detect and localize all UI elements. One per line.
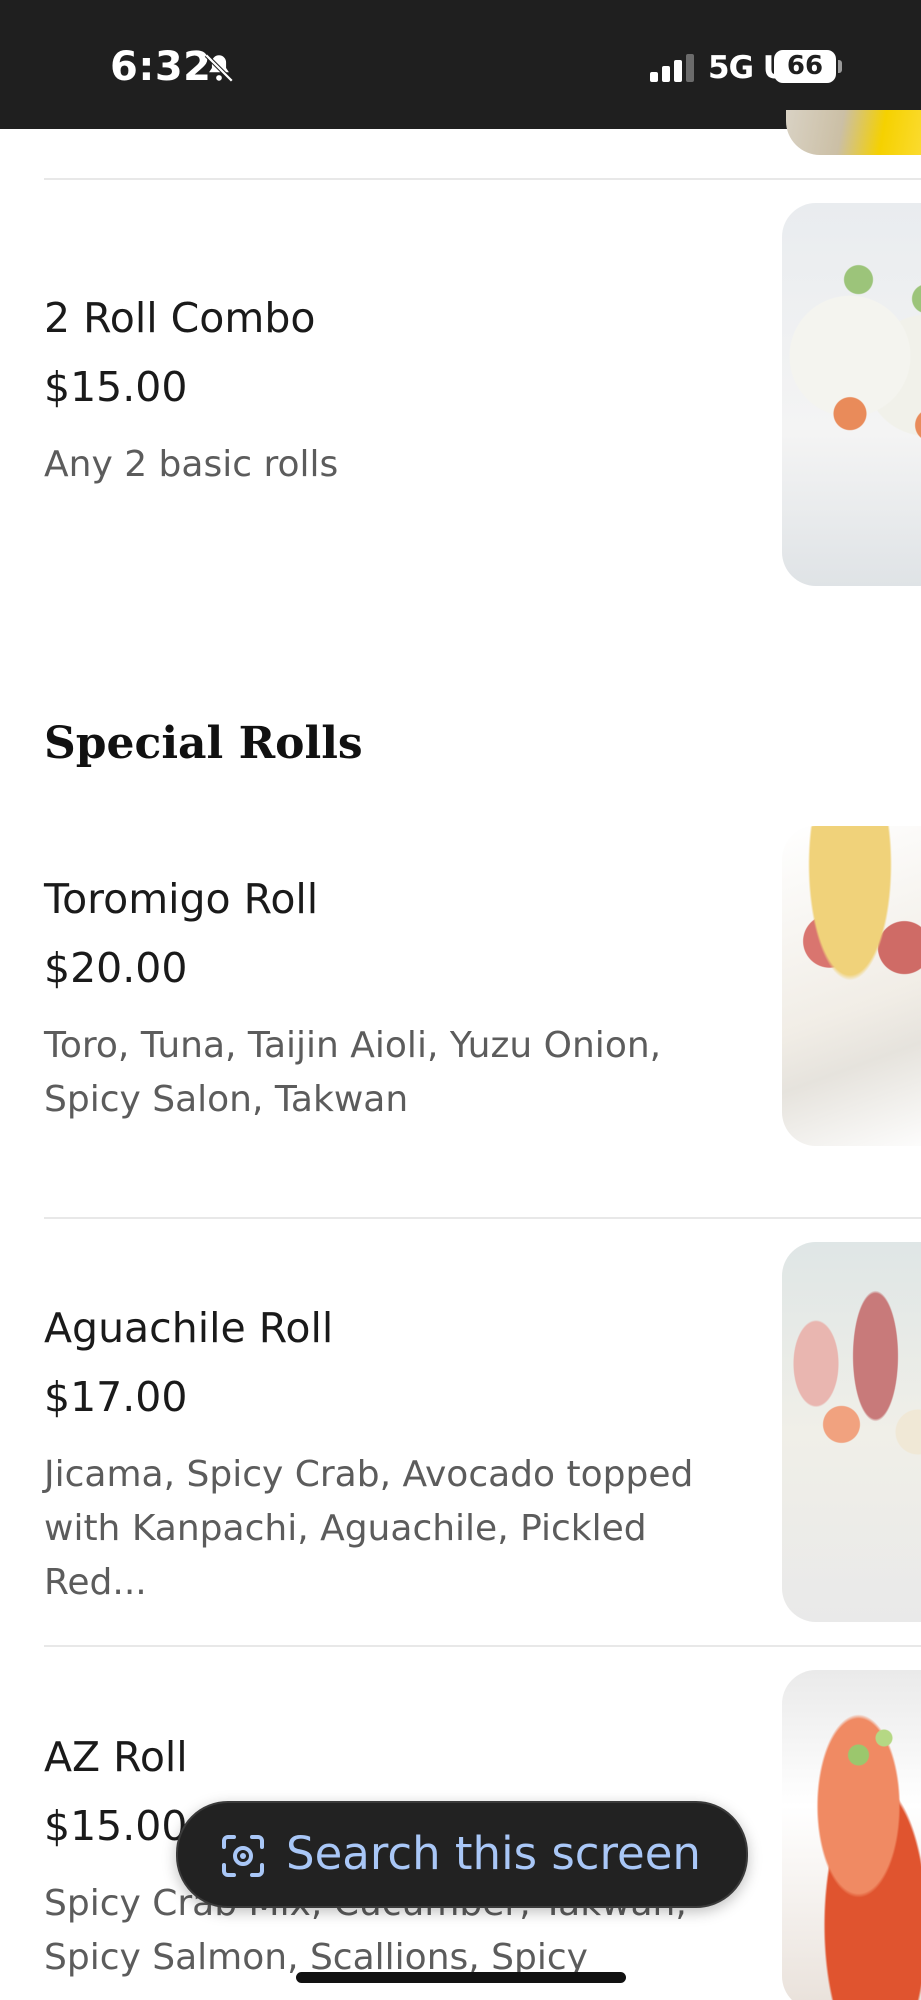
item-price: $15.00: [44, 363, 188, 412]
item-description-line: Toro, Tuna, Taijin Aioli, Yuzu Onion,: [44, 1025, 662, 1067]
item-description-line: with Kanpachi, Aguachile, Pickled Red...: [44, 1508, 647, 1604]
item-description-line: Jicama, Spicy Crab, Avocado topped: [44, 1454, 694, 1496]
item-image-az-roll[interactable]: [782, 1670, 921, 2000]
home-indicator[interactable]: [296, 1972, 626, 1983]
item-name: 2 Roll Combo: [44, 294, 316, 342]
bell-slash-icon: [204, 53, 234, 83]
item-name: AZ Roll: [44, 1733, 188, 1781]
item-price: $17.00: [44, 1373, 188, 1422]
item-description: Jicama, Spicy Crab, Avocado topped with …: [44, 1448, 744, 1610]
item-image-aguachile-roll[interactable]: [782, 1242, 921, 1622]
menu-item-toromigo-roll[interactable]: Toromigo Roll $20.00 Toro, Tuna, Taijin …: [44, 875, 744, 1127]
signal-bars-icon: [650, 54, 694, 82]
previous-item-image[interactable]: [786, 110, 921, 155]
item-price: $20.00: [44, 944, 188, 993]
item-name: Aguachile Roll: [44, 1304, 334, 1352]
divider: [44, 178, 921, 180]
battery-tip: [838, 60, 842, 73]
item-image-2-roll-combo[interactable]: [782, 203, 921, 586]
item-description: Any 2 basic rolls: [44, 444, 339, 486]
status-time: 6:32: [110, 44, 212, 90]
item-description: Toro, Tuna, Taijin Aioli, Yuzu Onion, Sp…: [44, 1019, 744, 1127]
search-this-screen-label: Search this screen: [286, 1827, 701, 1880]
item-description-line: Spicy Salon, Takwan: [44, 1079, 409, 1121]
divider: [44, 1217, 921, 1219]
item-image-toromigo-roll[interactable]: [782, 826, 921, 1146]
battery-indicator: 66: [774, 50, 836, 83]
status-bar: 6:32 5G UW 66: [0, 0, 921, 129]
search-this-screen-button[interactable]: Search this screen: [176, 1801, 748, 1908]
section-heading-special-rolls: Special Rolls: [44, 718, 363, 769]
divider: [44, 1645, 921, 1647]
menu-item-2-roll-combo[interactable]: 2 Roll Combo $15.00 Any 2 basic rolls: [44, 294, 744, 492]
menu-item-aguachile-roll[interactable]: Aguachile Roll $17.00 Jicama, Spicy Crab…: [44, 1304, 744, 1610]
item-name: Toromigo Roll: [44, 875, 319, 923]
google-lens-icon: [222, 1835, 264, 1877]
menu-screen: 6:32 5G UW 66 2 Roll Combo $15.00 Any 2 …: [0, 0, 921, 2000]
